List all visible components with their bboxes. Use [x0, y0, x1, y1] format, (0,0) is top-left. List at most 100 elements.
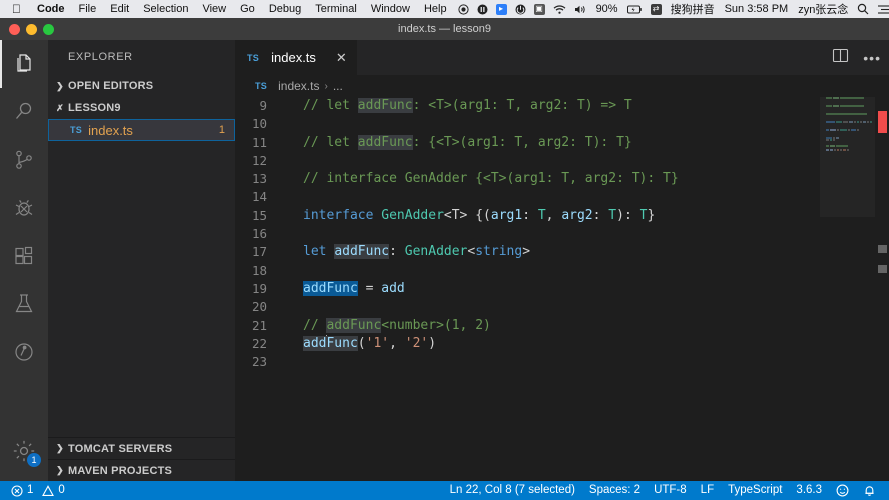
status-bar: 1 0 Ln 22, Col 8 (7 selected) Spaces: 2 …: [0, 481, 889, 500]
split-editor-icon[interactable]: [832, 47, 849, 69]
screenshot-icon[interactable]: ▸: [496, 4, 507, 15]
bell-icon[interactable]: [856, 484, 883, 497]
status-encoding[interactable]: UTF-8: [647, 481, 694, 500]
record-icon[interactable]: [458, 4, 469, 15]
activity-item-search[interactable]: [0, 88, 48, 136]
wifi-icon[interactable]: [553, 4, 566, 15]
code-line[interactable]: 20: [235, 298, 889, 316]
activity-item-history[interactable]: [0, 328, 48, 376]
minimap-viewport[interactable]: [820, 97, 875, 217]
status-indentation[interactable]: Spaces: 2: [582, 481, 647, 500]
code-text[interactable]: // interface GenAdder {<T>(arg1: T, arg2…: [285, 170, 679, 188]
code-text[interactable]: [285, 298, 303, 316]
battery-charging-icon[interactable]: [627, 4, 643, 15]
code-line[interactable]: 19addFunc = add: [235, 280, 889, 298]
code-line[interactable]: 16: [235, 225, 889, 243]
code-line[interactable]: 9// let addFunc: <T>(arg1: T, arg2: T) =…: [235, 97, 889, 115]
menu-item-selection[interactable]: Selection: [136, 0, 195, 18]
code-text[interactable]: // let addFunc: {<T>(arg1: T, arg2: T): …: [285, 134, 632, 152]
menu-item-terminal[interactable]: Terminal: [308, 0, 364, 18]
apple-logo-icon[interactable]: : [12, 3, 21, 15]
activity-item-settings[interactable]: 1: [0, 427, 48, 475]
code-line[interactable]: 21// addFunc<number>(1, 2): [235, 317, 889, 335]
menu-item-window[interactable]: Window: [364, 0, 417, 18]
status-version[interactable]: 3.6.3: [789, 481, 829, 500]
status-eol[interactable]: LF: [694, 481, 721, 500]
code-text[interactable]: [285, 262, 303, 280]
code-line[interactable]: 10: [235, 115, 889, 133]
menu-item-help[interactable]: Help: [417, 0, 454, 18]
close-icon[interactable]: ✕: [336, 51, 347, 64]
user-label[interactable]: zyn张云念: [793, 1, 853, 17]
code-line[interactable]: 13// interface GenAdder {<T>(arg1: T, ar…: [235, 170, 889, 188]
code-token: Func: [326, 336, 357, 351]
code-token: //: [303, 318, 326, 333]
code-line[interactable]: 11// let addFunc: {<T>(arg1: T, arg2: T)…: [235, 134, 889, 152]
smiley-icon[interactable]: [829, 484, 856, 497]
app-icon[interactable]: ▣: [534, 4, 545, 15]
sidebar-section-lesson9[interactable]: ✗ LESSON9: [48, 97, 235, 119]
status-cursor-position[interactable]: Ln 22, Col 8 (7 selected): [443, 481, 582, 500]
breadcrumb-file[interactable]: index.ts: [278, 79, 319, 93]
activity-item-source-control[interactable]: [0, 136, 48, 184]
code-token: >: [522, 244, 530, 259]
sidebar-section-tomcat-servers[interactable]: ❯ TOMCAT SERVERS: [48, 437, 235, 459]
menu-item-code[interactable]: Code: [30, 0, 72, 18]
tab-index-ts[interactable]: TS index.ts ✕: [235, 40, 357, 75]
code-text[interactable]: [285, 225, 303, 243]
error-count: 1: [27, 481, 33, 500]
code-text[interactable]: [285, 152, 303, 170]
sidebar-file-index-ts[interactable]: TS index.ts 1: [48, 119, 235, 141]
scrollbar-occurrence-marker[interactable]: [878, 245, 887, 253]
menu-item-edit[interactable]: Edit: [103, 0, 136, 18]
macos-menu-bar:  Code File Edit Selection View Go Debug…: [0, 0, 889, 18]
control-center-icon[interactable]: [877, 4, 889, 15]
code-text[interactable]: interface GenAdder<T> {(arg1: T, arg2: T…: [285, 207, 655, 225]
code-token: =: [358, 281, 381, 296]
activity-item-test[interactable]: [0, 280, 48, 328]
menu-item-file[interactable]: File: [72, 0, 104, 18]
code-editor[interactable]: 9// let addFunc: <T>(arg1: T, arg2: T) =…: [235, 97, 889, 481]
source-control-icon: [12, 148, 36, 172]
code-text[interactable]: [285, 353, 303, 371]
code-text[interactable]: [285, 115, 303, 133]
code-line[interactable]: 12: [235, 152, 889, 170]
activity-item-debug[interactable]: [0, 184, 48, 232]
volume-icon[interactable]: [574, 4, 587, 15]
code-text[interactable]: let addFunc: GenAdder<string>: [285, 243, 530, 261]
code-text[interactable]: [285, 188, 303, 206]
activity-item-extensions[interactable]: [0, 232, 48, 280]
power-icon[interactable]: [515, 4, 526, 15]
input-method-label[interactable]: 搜狗拼音: [666, 1, 720, 17]
pause-icon[interactable]: [477, 4, 488, 15]
code-text[interactable]: // addFunc<number>(1, 2): [285, 317, 491, 335]
code-line[interactable]: 14: [235, 188, 889, 206]
status-language-mode[interactable]: TypeScript: [721, 481, 789, 500]
status-problems[interactable]: 1 0: [4, 481, 72, 500]
sidebar-section-maven-projects[interactable]: ❯ MAVEN PROJECTS: [48, 459, 235, 481]
code-text[interactable]: // let addFunc: <T>(arg1: T, arg2: T) =>…: [285, 97, 632, 115]
code-line[interactable]: 17let addFunc: GenAdder<string>: [235, 243, 889, 261]
activity-item-explorer[interactable]: [0, 40, 48, 88]
sync-icon[interactable]: ⇄: [651, 4, 662, 15]
code-line[interactable]: 18: [235, 262, 889, 280]
menu-item-go[interactable]: Go: [233, 0, 262, 18]
editor-scrollbar[interactable]: [875, 97, 889, 481]
code-text[interactable]: addFunc = add: [285, 280, 405, 298]
code-line[interactable]: 22addFunc('1', '2'): [235, 335, 889, 353]
spotlight-search-icon[interactable]: [857, 3, 869, 15]
breadcrumb[interactable]: TS index.ts › ...: [235, 75, 889, 97]
more-actions-icon[interactable]: •••: [863, 51, 881, 65]
code-text[interactable]: addFunc('1', '2'): [285, 335, 436, 353]
menu-item-debug[interactable]: Debug: [262, 0, 308, 18]
breadcrumb-rest[interactable]: ...: [333, 79, 343, 93]
sidebar-section-open-editors[interactable]: ❯ OPEN EDITORS: [48, 75, 235, 97]
code-line[interactable]: 15interface GenAdder<T> {(arg1: T, arg2:…: [235, 207, 889, 225]
clock-label[interactable]: Sun 3:58 PM: [720, 3, 794, 15]
code-line[interactable]: 23: [235, 353, 889, 371]
scrollbar-occurrence-marker[interactable]: [878, 265, 887, 273]
menu-item-view[interactable]: View: [195, 0, 233, 18]
window-title-bar: index.ts — lesson9: [0, 18, 889, 40]
minimap[interactable]: [820, 97, 875, 481]
scrollbar-error-marker[interactable]: [878, 111, 887, 133]
